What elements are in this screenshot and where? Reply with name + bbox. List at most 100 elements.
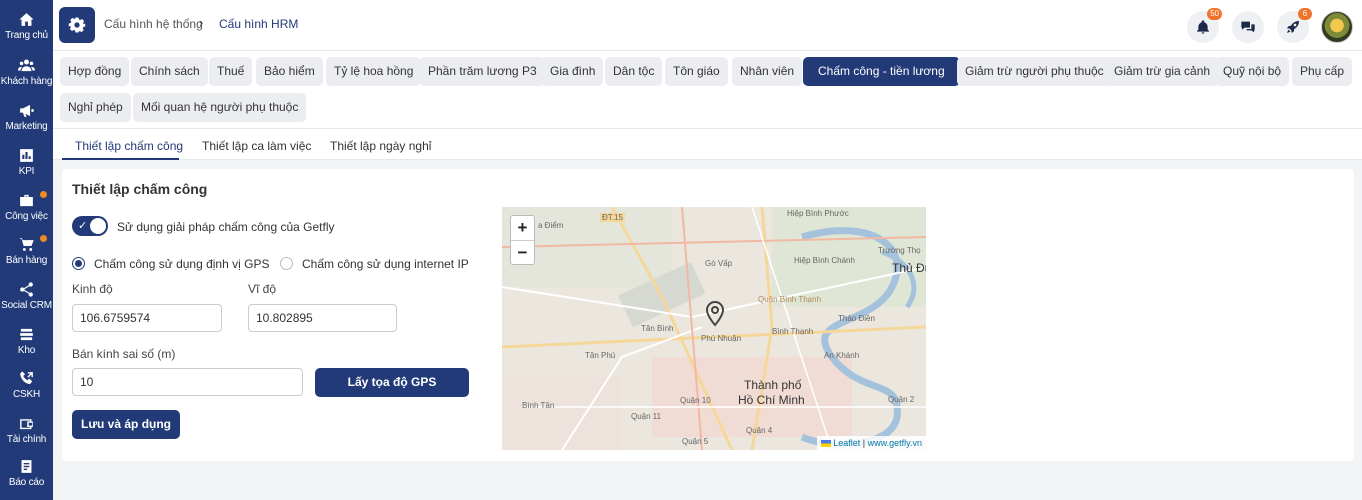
top-header: Cấu hình hệ thống › Cấu hình HRM 50 6 — [53, 0, 1362, 51]
chip-chinh-sach[interactable]: Chính sách — [131, 57, 208, 86]
radio-gps-label[interactable]: Chấm công sử dụng định vị GPS — [94, 257, 269, 271]
zoom-in-button[interactable]: + — [511, 216, 534, 240]
map-label: Quận 2 — [888, 395, 915, 404]
map-label: Thảo Điền — [838, 314, 875, 323]
map-tiles — [502, 207, 926, 450]
save-apply-button[interactable]: Lưu và áp dụng — [72, 410, 180, 439]
breadcrumb-parent[interactable]: Cấu hình hệ thống — [104, 17, 203, 31]
map-zoom-control: + − — [510, 215, 535, 265]
sidebar: Trang chủ Khách hàng Marketing KPI Công … — [0, 0, 53, 500]
chip-ton-giao[interactable]: Tôn giáo — [665, 57, 728, 86]
card-title: Thiết lập chấm công — [72, 181, 208, 197]
map-label: Quận 5 — [682, 437, 709, 446]
map-marker-icon[interactable] — [705, 301, 725, 327]
ukraine-flag-icon — [820, 440, 831, 447]
leaflet-link[interactable]: Leaflet — [833, 438, 860, 448]
sidebar-item-home[interactable]: Trang chủ — [0, 8, 53, 54]
rocket-button[interactable]: 6 — [1277, 8, 1312, 43]
sidebar-item-label: Khách hàng — [0, 76, 53, 87]
chat-icon — [1241, 21, 1255, 33]
chip-phan-tram-luong-p3[interactable]: Phần trăm lương P3 — [420, 57, 545, 86]
sidebar-item-social-crm[interactable]: Social CRM — [0, 278, 53, 324]
sidebar-item-label: Bán hàng — [5, 255, 48, 266]
getfly-attendance-toggle[interactable]: ✓ — [72, 216, 108, 236]
toggle-knob — [90, 218, 106, 234]
chart-icon — [20, 149, 33, 162]
messages-button[interactable] — [1232, 11, 1264, 43]
chip-gia-dinh[interactable]: Gia đình — [542, 57, 604, 86]
sidebar-item-kpi[interactable]: KPI — [0, 144, 53, 190]
sidebar-item-label: KPI — [18, 166, 35, 177]
chip-ty-le-hoa-hong[interactable]: Tỷ lệ hoa hồng — [326, 57, 422, 86]
tab-thiet-lap-ngay-nghi[interactable]: Thiết lập ngày nghỉ — [330, 139, 431, 153]
map-label: Quận 4 — [746, 426, 773, 435]
notifications-button[interactable]: 50 — [1187, 8, 1222, 43]
sidebar-item-label: Marketing — [5, 121, 48, 132]
map-label: Thành phố — [744, 378, 802, 392]
gear-icon — [68, 17, 86, 33]
map-label: Hồ Chí Minh — [738, 393, 805, 407]
chip-nhan-vien[interactable]: Nhân viên — [732, 57, 803, 86]
zoom-out-button[interactable]: − — [511, 240, 534, 264]
radius-input[interactable] — [72, 368, 303, 396]
report-icon — [21, 460, 32, 473]
map-label: Tân Phú — [585, 351, 616, 360]
share-icon — [20, 282, 33, 297]
sidebar-item-label: Trang chủ — [5, 30, 48, 41]
tab-thiet-lap-cham-cong[interactable]: Thiết lập chấm công — [75, 139, 183, 153]
map-label: Quận 10 — [680, 396, 711, 405]
phone-icon — [20, 371, 33, 385]
chip-cham-cong-tien-luong[interactable]: Chấm công - tiền lương — [803, 57, 960, 86]
sidebar-item-finance[interactable]: Tài chính — [0, 412, 53, 458]
chip-phu-cap[interactable]: Phụ cấp — [1292, 57, 1353, 86]
get-gps-button[interactable]: Lấy tọa độ GPS — [315, 368, 469, 397]
megaphone-icon — [20, 104, 34, 117]
active-tab-indicator — [62, 158, 179, 160]
cart-icon — [19, 238, 34, 251]
toggle-label: Sử dụng giải pháp chấm công của Getfly — [117, 220, 335, 234]
chip-giam-tru-nguoi-phu-thuoc[interactable]: Giảm trừ người phụ thuộc — [957, 57, 1112, 86]
sidebar-item-label: Công việc — [5, 211, 48, 222]
getfly-link[interactable]: www.getfly.vn — [868, 438, 922, 448]
sidebar-item-sales[interactable]: Bán hàng — [0, 233, 53, 279]
chip-thue[interactable]: Thuế — [209, 57, 253, 86]
chip-bao-hiem[interactable]: Bảo hiểm — [256, 57, 323, 86]
sidebar-item-customer-care[interactable]: CSKH — [0, 367, 53, 413]
map-label: Thủ Đức — [892, 261, 926, 275]
radio-internet-ip[interactable] — [280, 257, 293, 270]
settings-button[interactable] — [59, 7, 95, 43]
radius-label: Bán kính sai số (m) — [72, 347, 176, 361]
sidebar-item-warehouse[interactable]: Kho — [0, 323, 53, 369]
map-label: Bình Tân — [522, 401, 555, 410]
sidebar-item-label: Tài chính — [6, 434, 47, 445]
radio-gps[interactable] — [72, 257, 85, 270]
sidebar-item-tasks[interactable]: Công việc — [0, 189, 53, 235]
map-label: Trường Thọ — [878, 246, 921, 255]
map-label: Gò Vấp — [705, 259, 733, 268]
radio-internet-ip-label[interactable]: Chấm công sử dụng internet IP — [302, 257, 469, 271]
location-map[interactable]: ĐT.15 a Điểm Hiệp Bình Phước Hiệp Bình C… — [502, 207, 926, 450]
longitude-input[interactable] — [72, 304, 222, 332]
map-label: a Điểm — [538, 221, 564, 230]
chip-giam-tru-gia-canh[interactable]: Giảm trừ gia cảnh — [1106, 57, 1219, 86]
sidebar-item-label: Kho — [17, 345, 36, 356]
attribution-separator: | — [860, 438, 868, 448]
chip-quy-noi-bo[interactable]: Quỹ nội bộ — [1215, 57, 1290, 86]
sidebar-item-marketing[interactable]: Marketing — [0, 99, 53, 145]
chip-moi-quan-he-nguoi-phu-thuoc[interactable]: Mối quan hệ người phụ thuộc — [133, 93, 307, 122]
attendance-settings-card: Thiết lập chấm công ✓ Sử dụng giải pháp … — [62, 169, 1354, 461]
user-avatar[interactable] — [1321, 11, 1353, 43]
tab-thiet-lap-ca-lam-viec[interactable]: Thiết lập ca làm việc — [202, 139, 311, 153]
sidebar-item-customers[interactable]: Khách hàng — [0, 54, 53, 100]
latitude-input[interactable] — [248, 304, 397, 332]
latitude-label: Vĩ độ — [248, 282, 277, 296]
chip-hop-dong[interactable]: Hợp đồng — [60, 57, 130, 86]
map-label: Hiệp Bình Chánh — [794, 256, 855, 265]
map-label: Quận 11 — [631, 412, 662, 421]
chip-nghi-phep[interactable]: Nghỉ phép — [60, 93, 131, 122]
attendance-subtabs: Thiết lập chấm công Thiết lập ca làm việ… — [53, 129, 1362, 160]
chip-dan-toc[interactable]: Dân tộc — [605, 57, 663, 86]
briefcase-icon — [20, 194, 33, 207]
notification-dot — [40, 235, 47, 242]
sidebar-item-reports[interactable]: Báo cáo — [0, 455, 53, 500]
